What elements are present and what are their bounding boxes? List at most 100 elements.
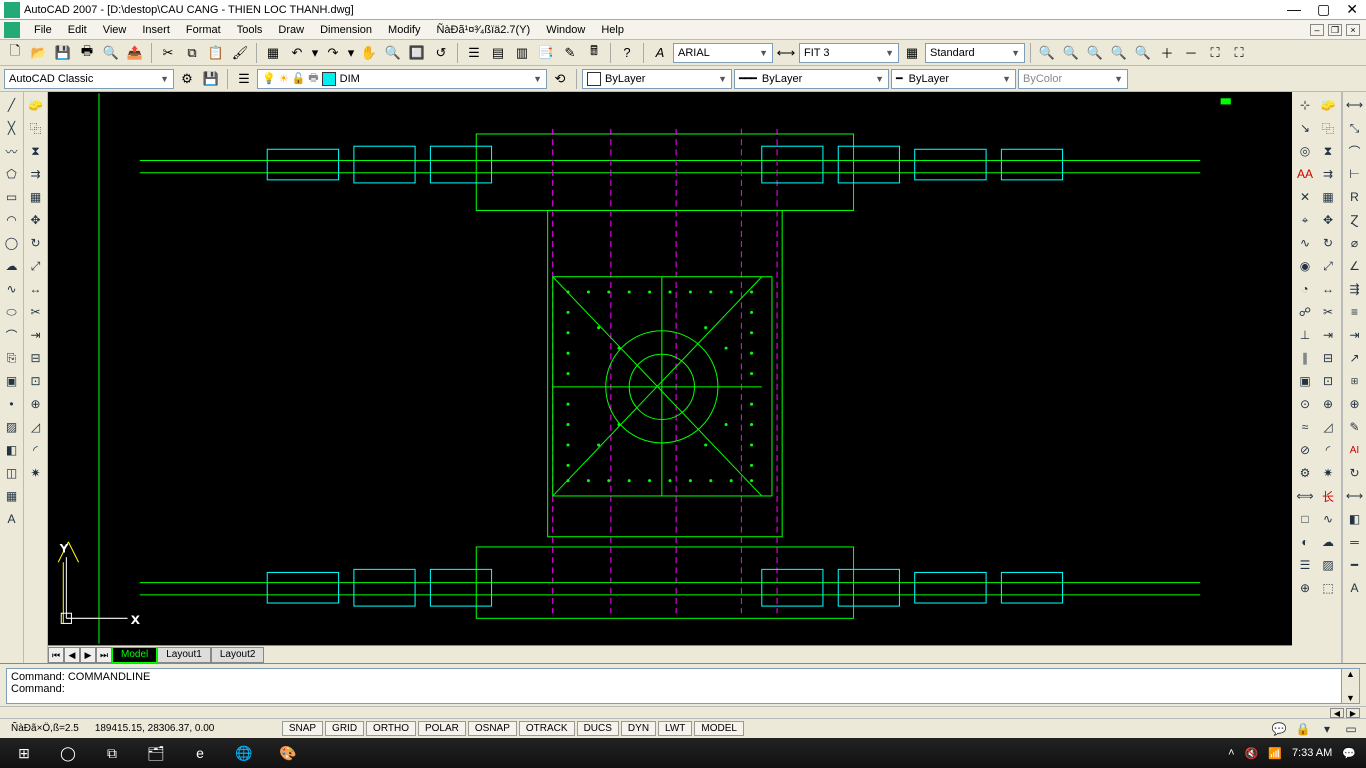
zoom-window-icon[interactable]: 🔍: [1036, 42, 1058, 64]
circle-tool[interactable]: ◯: [1, 232, 23, 254]
tab-next-button[interactable]: ▶: [80, 647, 96, 663]
status-osnap[interactable]: OSNAP: [468, 721, 517, 736]
qnew-button[interactable]: 🗋: [4, 42, 26, 64]
tab-prev-button[interactable]: ◀: [64, 647, 80, 663]
dim-style-button[interactable]: ⟷: [775, 42, 797, 64]
command-resize-bar[interactable]: ◀▶: [0, 706, 1366, 718]
design-center-button[interactable]: ▤: [487, 42, 509, 64]
text-style-edit-tool[interactable]: A: [1344, 577, 1366, 599]
area-tool[interactable]: □: [1294, 508, 1316, 530]
start-button[interactable]: ⊞: [2, 739, 46, 767]
cortana-button[interactable]: ◯: [46, 739, 90, 767]
snap-node-icon[interactable]: ⊙: [1294, 393, 1316, 415]
lineweight-combo[interactable]: ━ByLayer▼: [891, 69, 1016, 89]
layer-previous-button[interactable]: ⟲: [549, 68, 571, 90]
edge-button[interactable]: e: [178, 739, 222, 767]
dim-edit-tool[interactable]: ✎: [1344, 416, 1366, 438]
status-clean-screen-icon[interactable]: ▭: [1340, 718, 1362, 740]
status-ducs[interactable]: DUCS: [577, 721, 619, 736]
move-tool[interactable]: ✥: [25, 209, 47, 231]
dim-arc-tool[interactable]: ⌒: [1344, 140, 1366, 162]
break-at-point-tool-r[interactable]: ⊟: [1317, 347, 1339, 369]
menu-draw[interactable]: Draw: [270, 22, 312, 38]
quick-leader-tool[interactable]: ↗: [1344, 347, 1366, 369]
maximize-button[interactable]: ▢: [1317, 1, 1330, 18]
trim-tool[interactable]: ✂: [25, 301, 47, 323]
paste-button[interactable]: 📋: [205, 42, 227, 64]
status-toolbar-flyout-icon[interactable]: ▾: [1316, 718, 1338, 740]
fillet-tool[interactable]: ◜: [25, 439, 47, 461]
status-comm-center-icon[interactable]: 💬: [1268, 718, 1290, 740]
copy-button[interactable]: ⧉: [181, 42, 203, 64]
snap-settings-icon[interactable]: ⚙: [1294, 462, 1316, 484]
color-combo[interactable]: ByLayer▼: [582, 69, 732, 89]
move-tool-r[interactable]: ✥: [1317, 209, 1339, 231]
cut-button[interactable]: ✂: [157, 42, 179, 64]
break-tool-r[interactable]: ⊡: [1317, 370, 1339, 392]
tray-expand-icon[interactable]: ˄: [1228, 747, 1234, 759]
snap-insert-icon[interactable]: ▣: [1294, 370, 1316, 392]
snap-temporary-track-icon[interactable]: ⊹: [1294, 94, 1316, 116]
snap-tangent-icon[interactable]: ☍: [1294, 301, 1316, 323]
dim-jogged-tool[interactable]: Ɀ: [1344, 209, 1366, 231]
help-button[interactable]: ?: [616, 42, 638, 64]
zoom-all-icon[interactable]: ⛶: [1204, 42, 1226, 64]
ellipse-tool[interactable]: ⬭: [1, 301, 23, 323]
snap-apparent-int-icon[interactable]: ⌖: [1294, 209, 1316, 231]
hscroll-left[interactable]: ◀: [1330, 708, 1344, 718]
file-explorer-button[interactable]: 🗂: [134, 739, 178, 767]
zoom-window-button[interactable]: 🔲: [406, 42, 428, 64]
chamfer-tool-r[interactable]: ◿: [1317, 416, 1339, 438]
polygon-tool[interactable]: ⬠: [1, 163, 23, 185]
break-at-point-tool[interactable]: ⊟: [25, 347, 47, 369]
open-button[interactable]: 📂: [28, 42, 50, 64]
markup-button[interactable]: ✎: [559, 42, 581, 64]
tab-layout2[interactable]: Layout2: [211, 647, 265, 663]
status-polar[interactable]: POLAR: [418, 721, 466, 736]
workspace-combo[interactable]: AutoCAD Classic▼: [4, 69, 174, 89]
insert-block-tool[interactable]: ⎘: [1, 347, 23, 369]
zoom-extents-icon[interactable]: ⛶: [1228, 42, 1250, 64]
mdi-minimize-button[interactable]: –: [1310, 24, 1324, 36]
menu-format[interactable]: Format: [178, 22, 229, 38]
menu-help[interactable]: Help: [593, 22, 632, 38]
copy-tool[interactable]: ⿻: [25, 117, 47, 139]
minimize-button[interactable]: —: [1287, 1, 1301, 18]
table-style-button[interactable]: ▦: [901, 42, 923, 64]
gradient-tool[interactable]: ◧: [1, 439, 23, 461]
revcloud-tool-r[interactable]: ☁: [1317, 531, 1339, 553]
snap-from-icon[interactable]: ↘: [1294, 117, 1316, 139]
spline-tool[interactable]: ∿: [1, 278, 23, 300]
properties-button[interactable]: ☰: [463, 42, 485, 64]
dim-aligned-tool[interactable]: ⤡: [1344, 117, 1366, 139]
dim-update-tool[interactable]: ↻: [1344, 462, 1366, 484]
menu-file[interactable]: File: [26, 22, 60, 38]
paint-button[interactable]: 🎨: [266, 739, 310, 767]
erase-tool-r[interactable]: 🧽: [1317, 94, 1339, 116]
chamfer-tool[interactable]: ◿: [25, 416, 47, 438]
redo-button[interactable]: ↷: [322, 42, 344, 64]
snap-extension-icon[interactable]: ∿: [1294, 232, 1316, 254]
stretch-tool-r[interactable]: ↔: [1317, 278, 1339, 300]
center-mark-tool[interactable]: ⊕: [1344, 393, 1366, 415]
rectangle-tool[interactable]: ▭: [1, 186, 23, 208]
mdi-restore-button[interactable]: ❐: [1328, 24, 1342, 36]
status-ortho[interactable]: ORTHO: [366, 721, 416, 736]
pan-button[interactable]: ✋: [358, 42, 380, 64]
make-block-tool[interactable]: ▣: [1, 370, 23, 392]
tab-first-button[interactable]: ⏮: [48, 647, 64, 663]
status-lock-icon[interactable]: 🔒: [1292, 718, 1314, 740]
plotstyle-combo[interactable]: ByColor▼: [1018, 69, 1128, 89]
dim-continue-tool[interactable]: ⇥: [1344, 324, 1366, 346]
color-tool[interactable]: ◧: [1344, 508, 1366, 530]
snap-parallel-icon[interactable]: ∥: [1294, 347, 1316, 369]
length-tool[interactable]: 长: [1317, 485, 1339, 507]
tab-layout1[interactable]: Layout1: [157, 647, 211, 663]
join-tool[interactable]: ⊕: [25, 393, 47, 415]
linetype-combo[interactable]: ━━━ByLayer▼: [734, 69, 889, 89]
status-otrack[interactable]: OTRACK: [519, 721, 575, 736]
text-style-button[interactable]: A: [649, 42, 671, 64]
polyline-tool[interactable]: 〰: [1, 140, 23, 162]
rotate-tool-r[interactable]: ↻: [1317, 232, 1339, 254]
zoom-in-icon[interactable]: ＋: [1156, 42, 1178, 64]
